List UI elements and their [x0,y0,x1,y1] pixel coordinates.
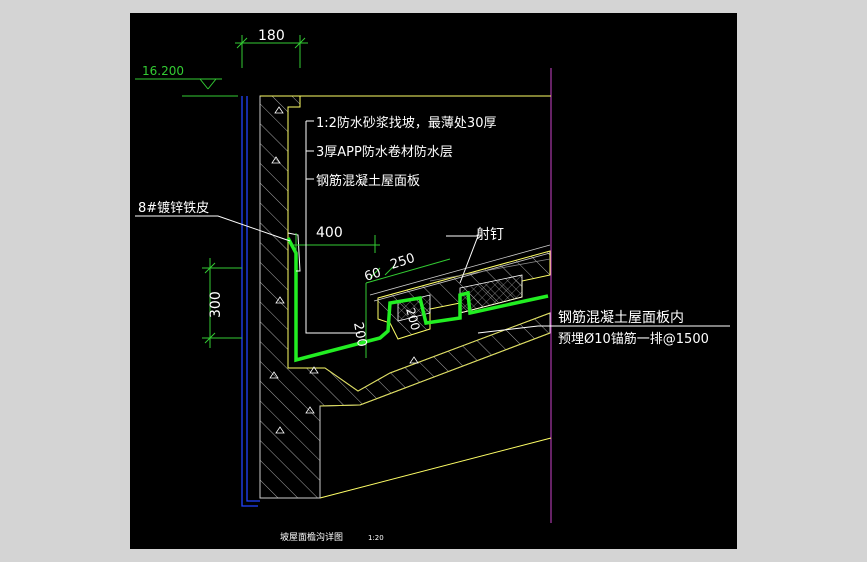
callout-galv-sheet: 8#镀锌铁皮 [138,200,209,216]
callout-layer1: 1:2防水砂浆找坡，最薄处30厚 [316,115,496,131]
callout-layer3: 钢筋混凝土屋面板 [316,173,420,189]
viewer-frame: 16.200 180 300 400 60 250 200 200 1:2防水砂… [0,0,867,562]
callout-layer2: 3厚APP防水卷材防水层 [316,144,453,160]
elevation-label: 16.200 [142,64,184,78]
drawing-title: 坡屋面檐沟详图 [280,531,343,543]
blue-edge-line-inner [246,96,260,502]
drawing-canvas: 16.200 180 300 400 60 250 200 200 1:2防水砂… [130,13,737,549]
dim-label-300: 300 [208,291,224,318]
callout-nail: 射钉 [476,227,504,243]
dim-label-400: 400 [316,225,343,241]
callout-anchor-2: 预埋Ø10锚筋一排@1500 [558,331,709,347]
drawing-scale: 1:20 [368,534,384,542]
callout-anchor-1: 钢筋混凝土屋面板内 [558,309,684,326]
soffit-line [319,437,552,499]
blue-edge-line [241,96,258,507]
dim-label-180: 180 [258,28,285,44]
elevation-marker: 16.200 [135,64,238,97]
gutter-detail-drawing: 16.200 180 300 400 60 250 200 200 1:2防水砂… [135,28,730,543]
